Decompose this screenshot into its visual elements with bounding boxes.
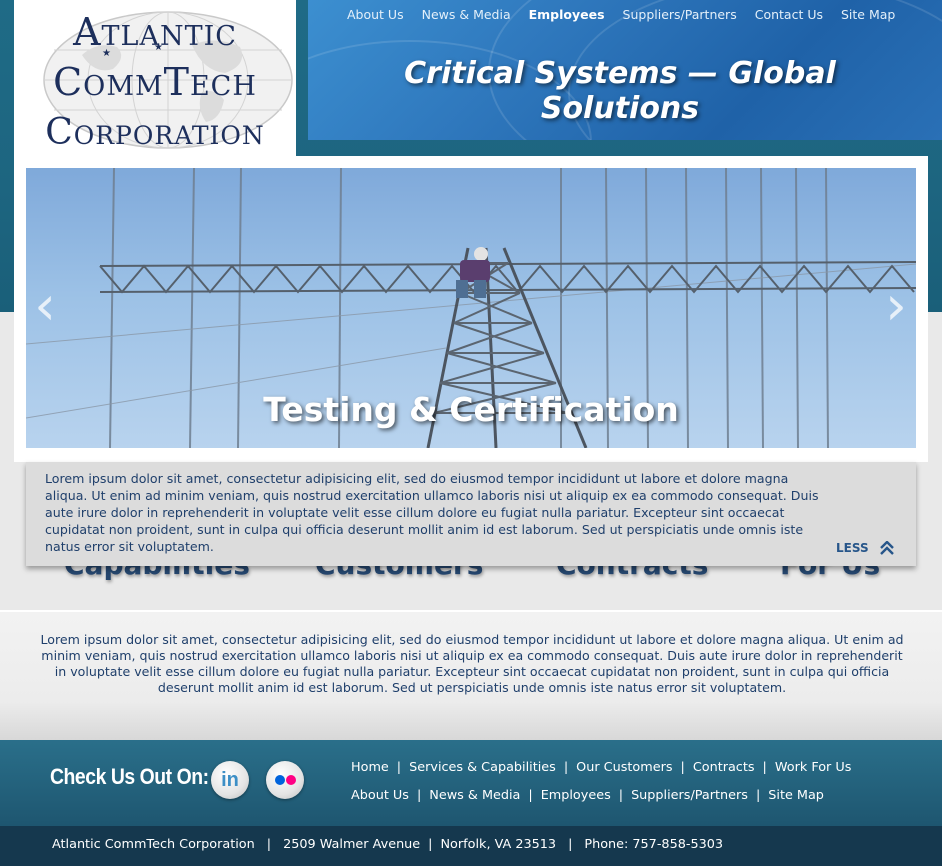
footer-link-work-for-us[interactable]: Work For Us	[775, 760, 852, 775]
separator: |	[563, 759, 569, 775]
address-city: Norfolk, VA 23513	[440, 837, 557, 852]
footer-link-home[interactable]: Home	[351, 760, 389, 775]
linkedin-glyph: in	[221, 768, 239, 791]
footer-link-suppliers-partners[interactable]: Suppliers/Partners	[631, 788, 748, 803]
separator: |	[762, 759, 767, 775]
logo-star-icon: ★	[102, 48, 111, 59]
separator: |	[755, 787, 761, 803]
separator: |	[528, 787, 533, 803]
footer-link-employees[interactable]: Employees	[541, 788, 611, 803]
chevron-left-icon[interactable]: ‹	[32, 276, 58, 336]
separator: |	[266, 837, 272, 852]
top-nav-contact-us[interactable]: Contact Us	[746, 6, 832, 24]
logo-text-line-3: Corporation	[45, 112, 265, 153]
address-street: 2509 Walmer Avenue	[283, 837, 421, 852]
footer-link-news-media[interactable]: News & Media	[429, 788, 520, 803]
flickr-dots	[274, 775, 296, 785]
main-content-text: Lorem ipsum dolor sit amet, consectetur …	[40, 632, 904, 695]
chevron-right-icon[interactable]: ›	[883, 276, 909, 336]
address-company: Atlantic CommTech Corporation	[52, 837, 255, 852]
less-button[interactable]: LESS	[836, 539, 895, 557]
top-nav-suppliers-partners[interactable]: Suppliers/Partners	[614, 6, 746, 24]
footer-link-site-map[interactable]: Site Map	[768, 788, 824, 803]
check-us-out-heading: Check Us Out On:	[50, 764, 209, 789]
separator: |	[428, 837, 433, 852]
top-navigation: About Us News & Media Employees Supplier…	[338, 6, 904, 24]
footer-link-services-capabilities[interactable]: Services & Capabilities	[409, 760, 556, 775]
footer-link-contracts[interactable]: Contracts	[693, 760, 755, 775]
less-label: LESS	[836, 541, 869, 555]
top-nav-employees[interactable]: Employees	[520, 6, 614, 24]
separator: |	[396, 759, 402, 775]
slide-description: Lorem ipsum dolor sit amet, consectetur …	[45, 471, 819, 554]
top-nav-about-us[interactable]: About Us	[338, 6, 413, 24]
separator: |	[416, 787, 422, 803]
separator: |	[618, 787, 624, 803]
company-logo[interactable]: Atlantic CommTech Corporation ★ ★	[14, 0, 296, 160]
linkedin-icon[interactable]: in	[211, 761, 249, 799]
logo-star-icon: ★	[154, 42, 163, 53]
logo-text-line-2: CommTech	[53, 60, 257, 104]
footer-link-about-us[interactable]: About Us	[351, 788, 409, 803]
footer-nav-row-1: Home | Services & Capabilities | Our Cus…	[351, 758, 851, 776]
footer-link-our-customers[interactable]: Our Customers	[576, 760, 672, 775]
slide-title: Testing & Certification	[263, 390, 679, 429]
company-address: Atlantic CommTech Corporation | 2509 Wal…	[52, 837, 723, 852]
separator: |	[568, 837, 573, 852]
site-tagline: Critical Systems — Global Solutions	[404, 56, 836, 126]
top-nav-site-map[interactable]: Site Map	[832, 6, 904, 24]
flickr-icon[interactable]	[266, 761, 304, 799]
separator: |	[680, 759, 685, 775]
footer-nav-row-2: About Us | News & Media | Employees | Su…	[351, 786, 824, 804]
double-chevron-up-icon	[879, 541, 894, 555]
address-phone: Phone: 757-858-5303	[584, 837, 724, 852]
top-nav-news-media[interactable]: News & Media	[413, 6, 520, 24]
